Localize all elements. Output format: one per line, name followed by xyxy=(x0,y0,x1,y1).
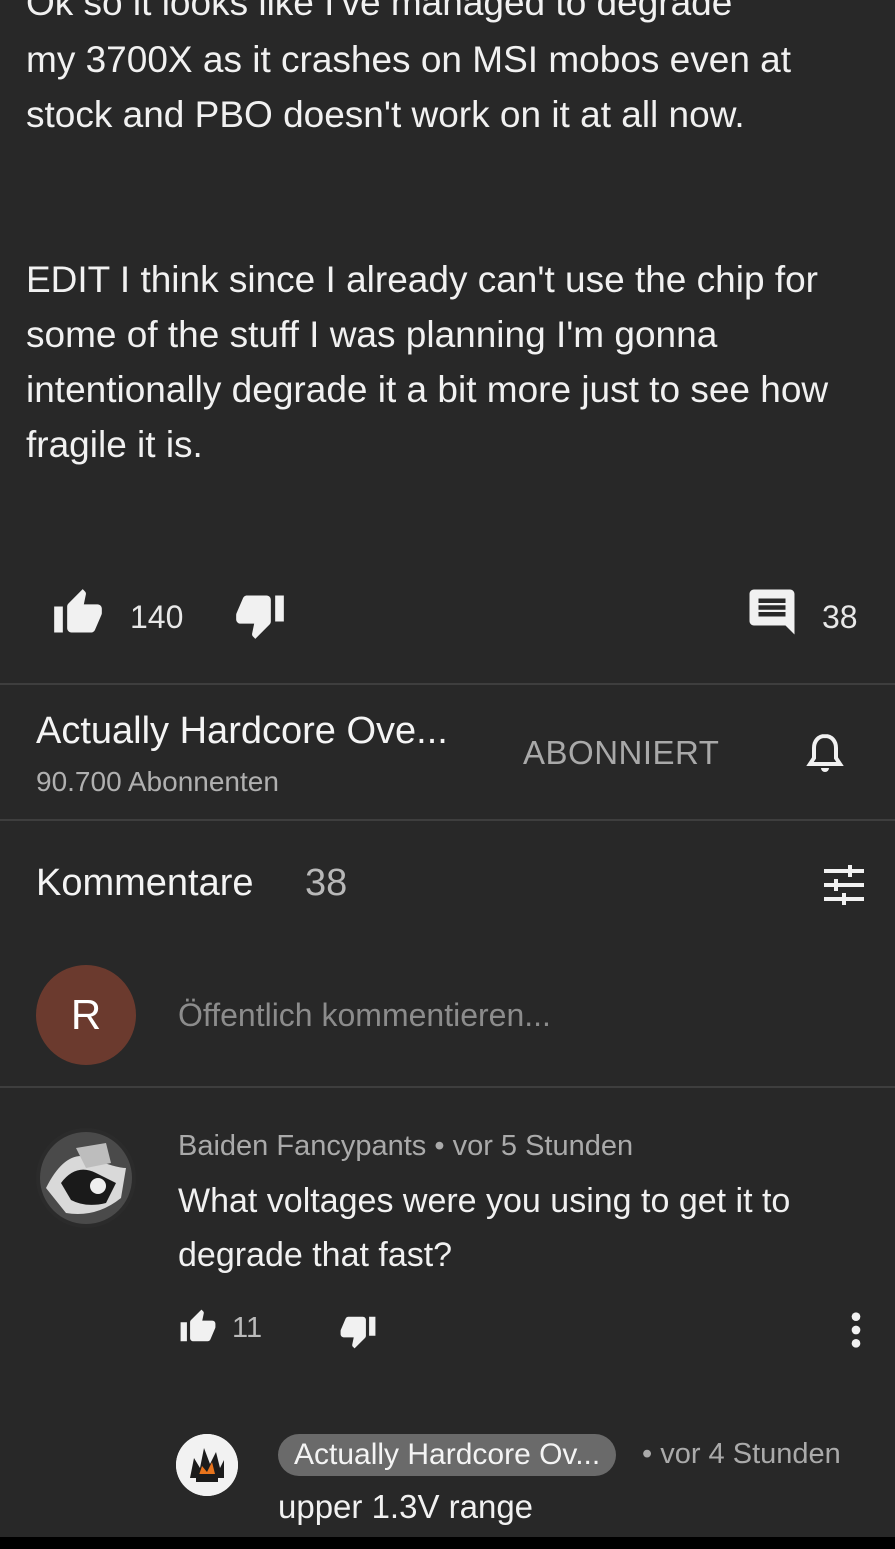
reply-text: upper 1.3V range xyxy=(278,1488,534,1525)
dislike-button[interactable] xyxy=(230,589,290,641)
comment-dislike-button[interactable] xyxy=(338,1312,378,1355)
post-text-clipped-line: Ok so it looks like I've managed to degr… xyxy=(26,0,733,23)
like-button[interactable] xyxy=(48,587,108,639)
thumbs-up-icon xyxy=(54,589,102,633)
comment-composer: R Öffentlich kommentieren... xyxy=(36,965,866,1065)
subscribed-button[interactable]: ABONNIERT xyxy=(523,734,719,772)
like-count: 140 xyxy=(130,599,184,635)
avatar-image-icon xyxy=(36,1128,136,1228)
divider xyxy=(0,1086,895,1088)
comments-header: Kommentare 38 xyxy=(36,860,866,920)
avatar[interactable] xyxy=(176,1434,238,1496)
comment-input[interactable]: Öffentlich kommentieren... xyxy=(178,997,551,1034)
post-paragraph-1: my 3700X as it crashes on MSI mobos even… xyxy=(26,39,792,135)
comments-button[interactable] xyxy=(744,585,800,639)
post-body: Ok so it looks like I've managed to degr… xyxy=(26,0,876,472)
reply-time-value: vor 4 Stunden xyxy=(660,1438,841,1470)
avatar[interactable] xyxy=(36,1128,136,1228)
notification-bell-button[interactable] xyxy=(801,728,849,785)
bottom-edge xyxy=(0,1537,895,1549)
reply-time: • vor 4 Stunden xyxy=(642,1438,841,1471)
more-vert-icon xyxy=(851,1312,861,1348)
comment-icon xyxy=(749,589,795,635)
thumbs-down-icon xyxy=(236,595,284,639)
subscriber-count: 90.700 Abonnenten xyxy=(36,766,279,797)
channel-name[interactable]: Actually Hardcore Ove... xyxy=(36,710,448,753)
divider xyxy=(0,819,895,821)
comment-like-button[interactable] xyxy=(178,1308,218,1351)
avatar: R xyxy=(36,965,136,1065)
comment-author[interactable]: Baiden Fancypants xyxy=(178,1130,426,1162)
channel-row: Actually Hardcore Ove... 90.700 Abonnent… xyxy=(36,700,866,810)
sort-icon xyxy=(824,865,864,905)
separator-dot: • xyxy=(434,1130,453,1162)
post-actions: 140 38 xyxy=(0,585,895,655)
comments-count: 38 xyxy=(822,599,858,635)
comment-time: vor 5 Stunden xyxy=(452,1130,634,1162)
thumbs-up-icon xyxy=(180,1309,216,1342)
comment-item: Baiden Fancypants • vor 5 Stunden What v… xyxy=(36,1128,866,1358)
comment-like-count: 11 xyxy=(232,1312,263,1344)
flame-logo-icon xyxy=(176,1434,238,1496)
divider xyxy=(0,683,895,685)
comment-meta: Baiden Fancypants • vor 5 Stunden xyxy=(178,1130,633,1163)
comment-text: What voltages were you using to get it t… xyxy=(178,1182,791,1274)
comment-menu-button[interactable] xyxy=(848,1310,864,1355)
comments-title: Kommentare xyxy=(36,862,254,904)
comment-actions: 11 xyxy=(178,1308,878,1358)
comments-total: 38 xyxy=(305,862,348,904)
separator-dot: • xyxy=(642,1438,661,1470)
post-paragraph-2: EDIT I think since I already can't use t… xyxy=(26,259,829,465)
bell-icon xyxy=(806,733,844,772)
thumbs-down-icon xyxy=(340,1316,376,1349)
reply-author-chip[interactable]: Actually Hardcore Ov... xyxy=(278,1434,617,1476)
reply-item: Actually Hardcore Ov... • vor 4 Stunden … xyxy=(176,1430,876,1530)
sort-button[interactable] xyxy=(820,860,868,915)
